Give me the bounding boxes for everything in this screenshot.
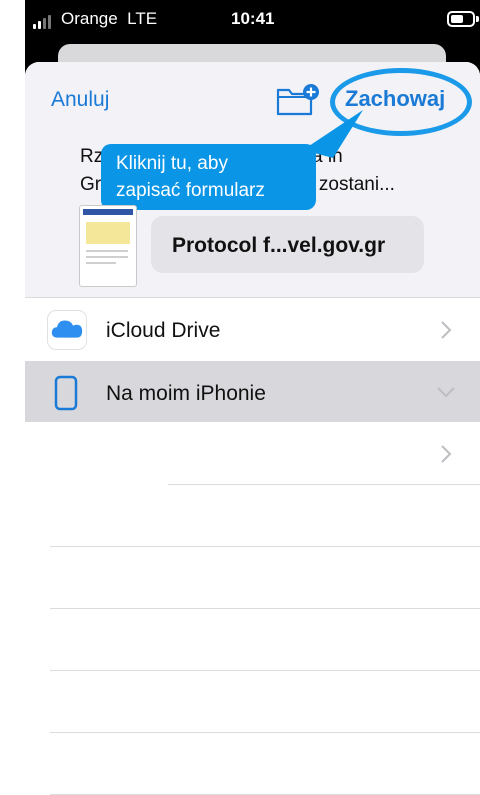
divider <box>50 608 480 609</box>
divider <box>50 732 480 733</box>
clock: 10:41 <box>231 9 275 28</box>
source-pill-label: Protocol f...vel.gov.gr <box>172 234 386 257</box>
divider <box>25 297 480 298</box>
tooltip-line-1: Kliknij tu, aby <box>116 153 228 174</box>
document-thumbnail <box>79 205 137 287</box>
file-name-line2: Gr <box>80 174 102 195</box>
icloud-icon <box>47 310 87 350</box>
chevron-right-icon[interactable] <box>438 444 454 464</box>
divider <box>168 484 480 485</box>
signal-icon <box>33 15 51 29</box>
chevron-down-icon[interactable] <box>436 384 456 400</box>
location-on-my-iphone[interactable]: Na moim iPhonie <box>106 382 266 406</box>
carrier-name: Orange <box>61 9 118 28</box>
file-name-line1: Rz <box>80 146 104 167</box>
network-type: LTE <box>127 9 158 28</box>
divider <box>50 546 480 547</box>
divider <box>50 670 480 671</box>
battery-icon <box>447 11 479 27</box>
screen: Orange LTE 10:41 Anuluj Zachowaj Rz a in… <box>0 0 480 795</box>
cancel-button[interactable]: Anuluj <box>51 88 109 112</box>
iphone-icon <box>54 375 78 411</box>
chevron-right-icon[interactable] <box>438 320 454 340</box>
tooltip-callout: Kliknij tu, aby zapisać formularz <box>101 144 316 210</box>
tooltip-line-2: zapisać formularz <box>116 180 265 201</box>
carrier-label: Orange LTE <box>61 9 157 29</box>
location-icloud-drive[interactable]: iCloud Drive <box>106 319 220 343</box>
status-bar: Orange LTE 10:41 <box>25 0 480 40</box>
